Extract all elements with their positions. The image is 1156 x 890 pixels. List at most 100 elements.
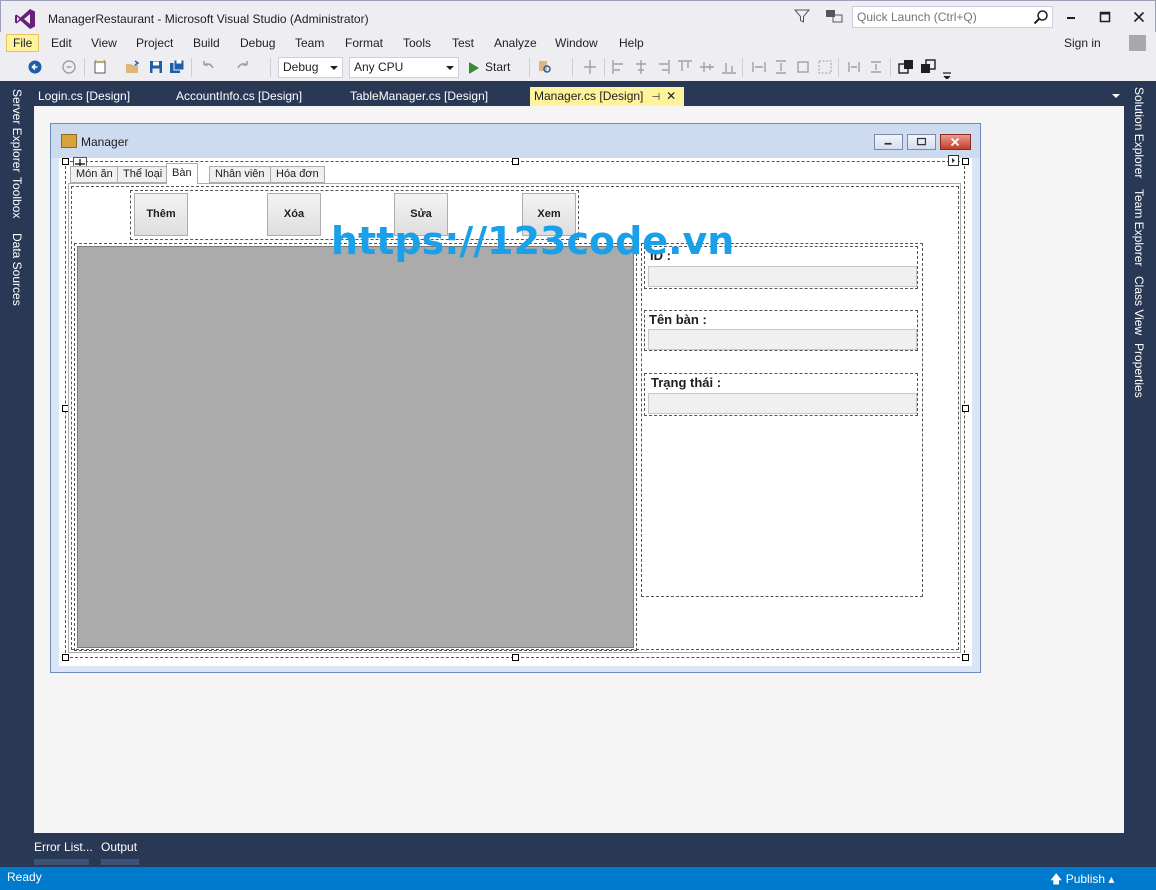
id-field[interactable]: [648, 266, 917, 287]
toolbar-separator: [529, 58, 530, 77]
resize-handle[interactable]: [512, 654, 519, 661]
account-icon[interactable]: [1129, 35, 1146, 51]
menu-window[interactable]: Window: [549, 34, 604, 52]
tab-hoa-don[interactable]: Hóa đơn: [270, 166, 325, 183]
solution-platform-value: Any CPU: [354, 60, 404, 74]
doc-tab-tablemanager[interactable]: TableManager.cs [Design]: [346, 87, 488, 106]
search-icon[interactable]: [1033, 9, 1049, 25]
notification-filter-icon[interactable]: [794, 8, 810, 24]
menu-file[interactable]: File: [6, 34, 40, 52]
xoa-button[interactable]: Xóa: [267, 193, 321, 236]
menu-build[interactable]: Build: [187, 34, 226, 52]
align-to-grid-icon[interactable]: [582, 59, 598, 75]
menu-team[interactable]: Team: [289, 34, 330, 52]
menu-tools[interactable]: Tools: [397, 34, 437, 52]
send-to-back-icon[interactable]: [920, 59, 936, 75]
feedback-icon[interactable]: [825, 8, 843, 24]
doc-tab-login[interactable]: Login.cs [Design]: [34, 87, 130, 106]
align-middles-icon[interactable]: [699, 59, 715, 75]
make-same-height-icon[interactable]: [773, 59, 789, 75]
doc-tab-accountinfo[interactable]: AccountInfo.cs [Design]: [172, 87, 302, 106]
resize-handle[interactable]: [512, 158, 519, 165]
maximize-window-button[interactable]: [1091, 7, 1119, 27]
solution-explorer-tab[interactable]: Solution Explorer: [1132, 87, 1146, 178]
size-to-grid-icon[interactable]: [817, 59, 833, 75]
menu-project[interactable]: Project: [130, 34, 179, 52]
navigate-forward-icon[interactable]: [61, 59, 77, 75]
form-maximize-button[interactable]: [907, 134, 936, 150]
output-tab[interactable]: Output: [101, 840, 137, 854]
resize-handle[interactable]: [962, 405, 969, 412]
align-tops-icon[interactable]: [677, 59, 693, 75]
navigate-back-icon[interactable]: [27, 59, 43, 75]
redo-icon[interactable]: [235, 59, 251, 75]
tab-mon-an[interactable]: Món ăn: [70, 166, 119, 183]
menu-help[interactable]: Help: [613, 34, 650, 52]
horizontal-spacing-icon[interactable]: [846, 59, 862, 75]
data-grid-view[interactable]: [77, 246, 634, 648]
error-list-tab-indicator: [34, 859, 89, 865]
toolbar-overflow-icon[interactable]: [940, 63, 956, 79]
solution-platform-select[interactable]: Any CPU: [349, 57, 459, 78]
tab-ban[interactable]: Bàn: [166, 163, 198, 184]
resize-handle[interactable]: [962, 158, 969, 165]
solution-configuration-select[interactable]: Debug: [278, 57, 343, 78]
arrow-up-icon: 🡅: [1050, 872, 1063, 886]
tab-nhan-vien[interactable]: Nhân viên: [209, 166, 271, 183]
server-explorer-tab[interactable]: Server Explorer: [10, 89, 24, 172]
bottom-tool-window-strip: [0, 833, 1156, 867]
align-lefts-icon[interactable]: [611, 59, 627, 75]
align-bottoms-icon[interactable]: [721, 59, 737, 75]
toolbox-tab[interactable]: Toolbox: [10, 177, 24, 218]
doc-tab-manager-label: Manager.cs [Design]: [534, 89, 644, 103]
vertical-spacing-icon[interactable]: [868, 59, 884, 75]
bring-to-front-icon[interactable]: [898, 59, 914, 75]
new-project-icon[interactable]: [92, 59, 108, 75]
menu-debug[interactable]: Debug: [234, 34, 281, 52]
open-file-icon[interactable]: [125, 59, 141, 75]
pin-icon[interactable]: ⊣: [651, 88, 660, 107]
align-rights-icon[interactable]: [655, 59, 671, 75]
menu-edit[interactable]: Edit: [45, 34, 78, 52]
trang-thai-label: Trạng thái :: [651, 375, 726, 390]
close-icon[interactable]: ✕: [666, 87, 676, 106]
menu-analyze[interactable]: Analyze: [488, 34, 543, 52]
form-close-button[interactable]: [940, 134, 971, 150]
error-list-tab[interactable]: Error List...: [34, 840, 93, 854]
menu-test[interactable]: Test: [446, 34, 480, 52]
smart-tag-icon[interactable]: [948, 155, 959, 166]
make-same-size-icon[interactable]: [795, 59, 811, 75]
sign-in-link[interactable]: Sign in: [1064, 36, 1101, 50]
menu-format[interactable]: Format: [339, 34, 389, 52]
publish-button[interactable]: 🡅 Publish ▴: [1050, 870, 1114, 890]
class-view-tab[interactable]: Class View: [1132, 276, 1146, 335]
form-minimize-button[interactable]: [874, 134, 903, 150]
trang-thai-field[interactable]: [648, 393, 917, 414]
save-all-icon[interactable]: [169, 59, 185, 75]
align-centers-icon[interactable]: [633, 59, 649, 75]
undo-icon[interactable]: [200, 59, 216, 75]
minimize-window-button[interactable]: [1057, 7, 1085, 27]
tab-the-loai[interactable]: Thể loại: [117, 166, 169, 183]
close-window-button[interactable]: [1125, 7, 1153, 27]
properties-tab[interactable]: Properties: [1132, 343, 1146, 398]
toolbar-separator: [270, 58, 271, 77]
data-sources-tab[interactable]: Data Sources: [10, 233, 24, 306]
menu-view[interactable]: View: [85, 34, 123, 52]
resize-handle[interactable]: [62, 158, 69, 165]
start-debugging-button[interactable]: Start: [465, 58, 510, 77]
team-explorer-tab[interactable]: Team Explorer: [1132, 189, 1146, 266]
resize-handle[interactable]: [62, 654, 69, 661]
resize-handle[interactable]: [962, 654, 969, 661]
chevron-down-icon: [330, 66, 338, 70]
save-icon[interactable]: [148, 59, 164, 75]
solution-configuration-value: Debug: [283, 60, 319, 74]
them-button[interactable]: Thêm: [134, 193, 188, 236]
right-tool-window-strip: Solution Explorer Team Explorer Class Vi…: [1124, 81, 1156, 867]
find-in-files-icon[interactable]: [537, 59, 553, 75]
make-same-width-icon[interactable]: [751, 59, 767, 75]
doc-tab-manager[interactable]: Manager.cs [Design] ⊣ ✕: [530, 87, 684, 106]
ten-ban-field[interactable]: [648, 329, 917, 350]
quick-launch-input[interactable]: [852, 6, 1053, 28]
tab-overflow-icon[interactable]: [1112, 94, 1120, 98]
